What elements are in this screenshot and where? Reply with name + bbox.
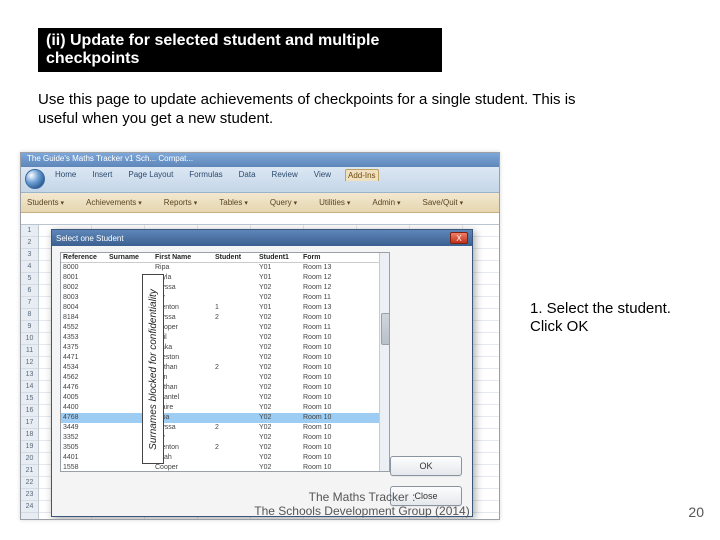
embedded-screenshot: The Guide's Maths Tracker v1 Sch... Comp… [20, 152, 500, 520]
confidentiality-overlay: Surnames blocked for confidentiality [142, 274, 164, 464]
addin-menu-item[interactable]: Tables [219, 198, 248, 207]
footer-line-2: The Schools Development Group (2014) [254, 504, 469, 518]
list-item[interactable]: 4353AdilY02Room 10 [61, 333, 389, 343]
page-number: 20 [688, 504, 704, 520]
formula-bar [21, 213, 499, 225]
list-item[interactable]: 4471PrestonY02Room 10 [61, 353, 389, 363]
list-item[interactable]: 4562ErinY02Room 10 [61, 373, 389, 383]
section-heading: (ii) Update for selected student and mul… [38, 28, 442, 72]
confidentiality-note: Surnames blocked for confidentiality [148, 289, 159, 450]
listbox-scrollbar[interactable] [379, 253, 389, 471]
addin-menu-item[interactable]: Reports [164, 198, 197, 207]
ribbon-tab[interactable]: Page Layout [126, 169, 175, 181]
select-student-dialog: Select one Student X ReferenceSurnameFir… [51, 229, 473, 517]
ribbon: Home Insert Page Layout Formulas Data Review V… [21, 167, 499, 193]
ok-button[interactable]: OK [390, 456, 462, 476]
addin-menu-item[interactable]: Achievements [86, 198, 142, 207]
listbox-header: ReferenceSurnameFirst NameStudentStudent… [61, 253, 389, 263]
dialog-close-button[interactable]: X [450, 232, 468, 244]
row-headers: 123456789101112131415161718192021222324 [21, 225, 39, 519]
list-item[interactable]: 3449Alyssa2Y02Room 10 [61, 423, 389, 433]
ribbon-tab[interactable]: Formulas [187, 169, 224, 181]
list-item[interactable]: 8000RipaY01Room 13 [61, 263, 389, 273]
addin-menu-item[interactable]: Admin [372, 198, 400, 207]
step-instruction: 1. Select the student. Click OK [530, 300, 700, 336]
addin-toolbar: Students Achievements Reports Tables Query Ut… [21, 193, 499, 213]
dialog-titlebar: Select one Student X [52, 230, 472, 246]
list-item[interactable]: 1558CooperY02Room 10 [61, 463, 389, 472]
ribbon-tab[interactable]: Add-Ins [345, 169, 379, 181]
list-item[interactable]: 4005ChantelY02Room 10 [61, 393, 389, 403]
list-item[interactable]: 8001TaylaY01Room 12 [61, 273, 389, 283]
ribbon-tab[interactable]: Review [270, 169, 300, 181]
section-body: Use this page to update achievements of … [38, 90, 598, 128]
worksheet-area: 123456789101112131415161718192021222324 … [21, 225, 499, 519]
list-item[interactable]: 4375MakaY02Room 10 [61, 343, 389, 353]
list-item[interactable]: 4768RipaY02Room 10 [61, 413, 389, 423]
app-titlebar: The Guide's Maths Tracker v1 Sch... Comp… [21, 153, 499, 167]
list-item[interactable]: 8003ElyY02Room 11 [61, 293, 389, 303]
addin-menu-item[interactable]: Utilities [319, 198, 350, 207]
ribbon-tab[interactable]: View [312, 169, 333, 181]
footer-line-1: The Maths Tracker : [309, 490, 416, 504]
list-item[interactable]: 8004Trenton1Y01Room 13 [61, 303, 389, 313]
ribbon-tab[interactable]: Data [237, 169, 258, 181]
list-item[interactable]: 4476NathanY02Room 10 [61, 383, 389, 393]
dialog-title: Select one Student [56, 234, 124, 243]
list-item[interactable]: 3505Trenton2Y02Room 10 [61, 443, 389, 453]
ribbon-tab[interactable]: Home [53, 169, 78, 181]
list-item[interactable]: 3352ElyY02Room 10 [61, 433, 389, 443]
list-item[interactable]: 4534Nathan2Y02Room 10 [61, 363, 389, 373]
list-item[interactable]: 4552CooperY02Room 11 [61, 323, 389, 333]
addin-menu-item[interactable]: Students [27, 198, 64, 207]
list-item[interactable]: 4400ClaireY02Room 10 [61, 403, 389, 413]
list-item[interactable]: 4401NoahY02Room 10 [61, 453, 389, 463]
ribbon-tab[interactable]: Insert [90, 169, 114, 181]
list-item[interactable]: 8002AlyssaY02Room 12 [61, 283, 389, 293]
office-orb-icon[interactable] [25, 169, 45, 189]
student-listbox[interactable]: ReferenceSurnameFirst NameStudentStudent… [60, 252, 390, 472]
list-item[interactable]: 8184Alyssa2Y02Room 10 [61, 313, 389, 323]
addin-menu-item[interactable]: Query [270, 198, 297, 207]
slide-footer: The Maths Tracker : The Schools Developm… [232, 490, 492, 518]
addin-menu-item[interactable]: Save/Quit [423, 198, 464, 207]
